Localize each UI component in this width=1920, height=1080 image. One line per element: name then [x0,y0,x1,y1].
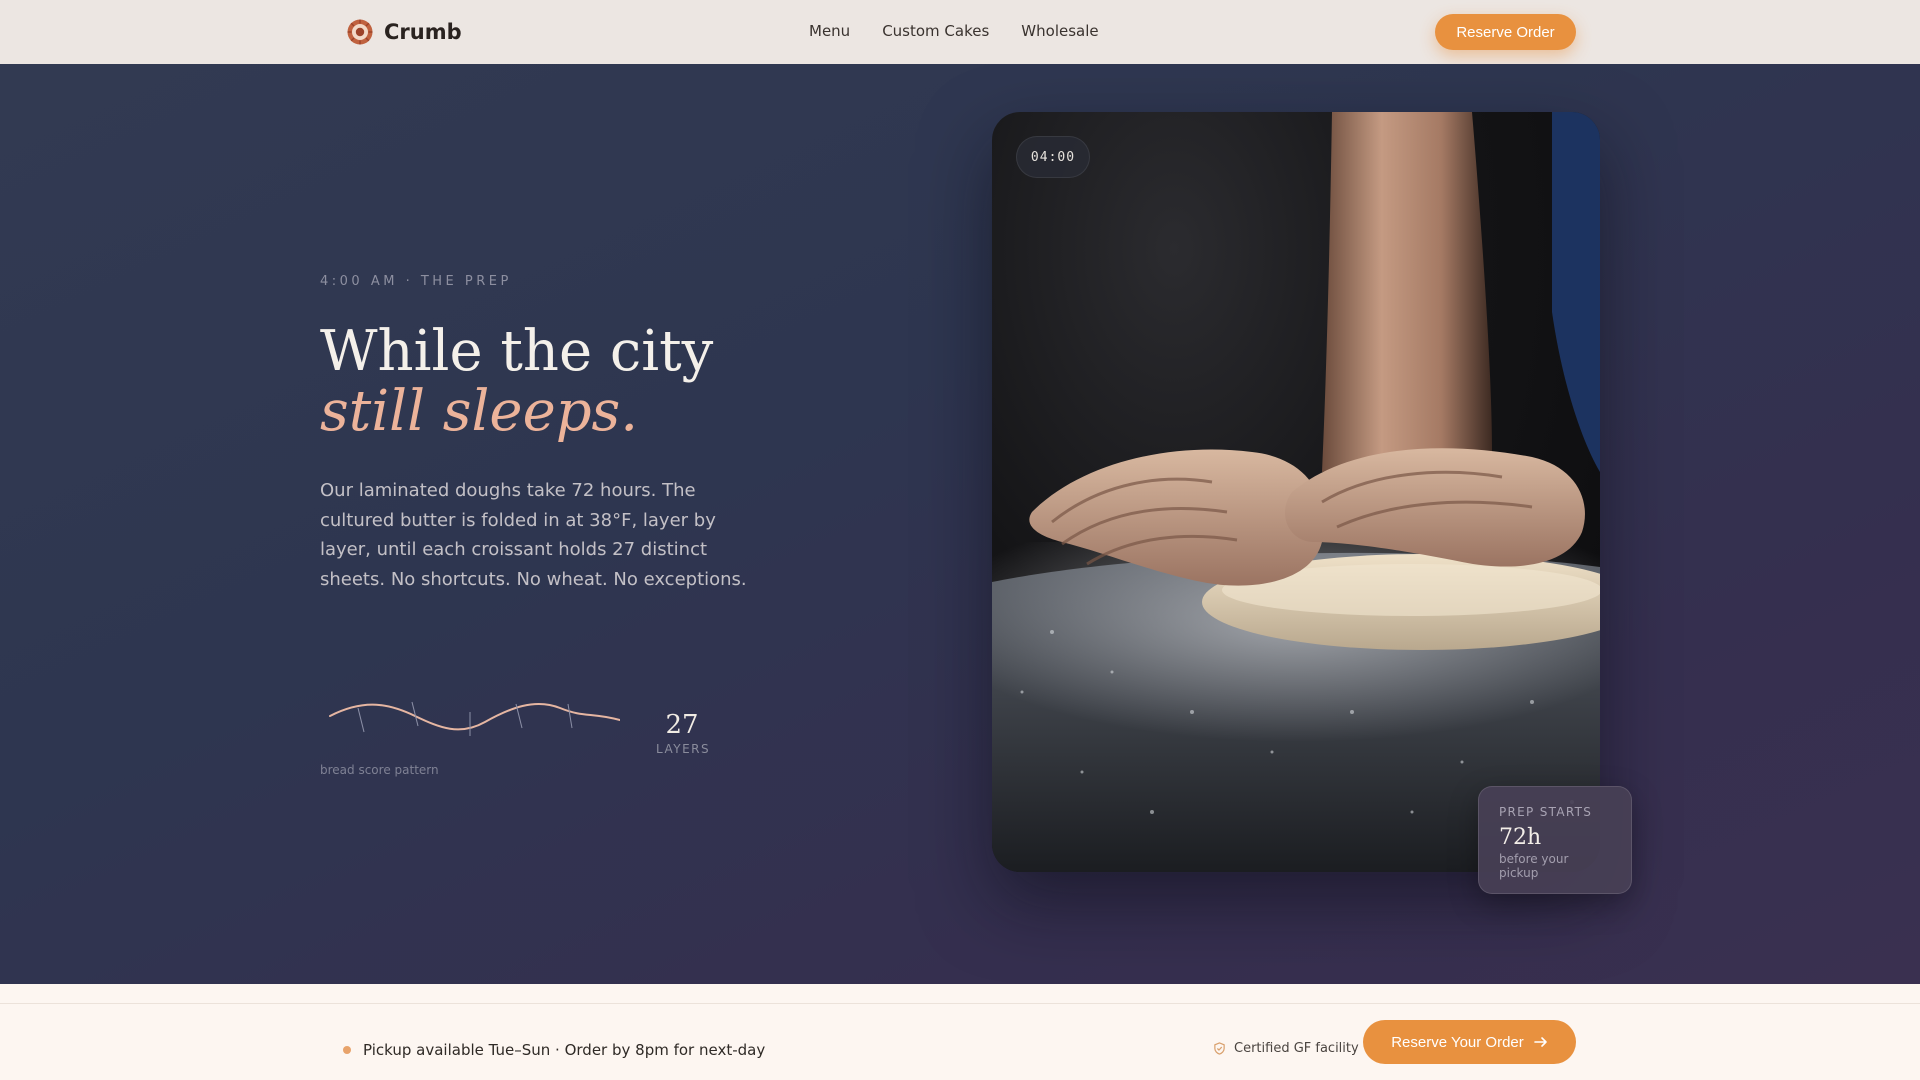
reserve-your-order-button[interactable]: Reserve Your Order [1363,1020,1576,1064]
layers-stat: 27 LAYERS [656,710,711,756]
headline-line-1: While the city [320,319,714,384]
status-dot-icon [343,1046,351,1054]
cert-text: Certified GF facility [1234,1041,1359,1056]
prep-subtext: before your pickup [1499,852,1569,880]
section-divider [0,984,1920,1004]
arrow-right-icon [1533,1037,1547,1047]
top-nav: Crumb Menu Custom Cakes Wholesale Reserv… [0,0,1920,64]
certification: Certified GF facility [1213,1041,1359,1056]
kneading-illustration [992,112,1600,872]
time-badge: 04:00 [1016,136,1090,178]
score-caption: bread score pattern [320,763,439,777]
brand-name: Crumb [384,20,462,44]
nav-link-menu[interactable]: Menu [809,22,850,40]
prep-starts-card: PREP STARTS 72h before your pickup [1478,786,1632,894]
reserve-order-button[interactable]: Reserve Order [1435,14,1576,50]
nav-links: Menu Custom Cakes Wholesale [809,22,1099,40]
pickup-text: Pickup available Tue–Sun · Order by 8pm … [363,1041,766,1059]
nav-link-custom-cakes[interactable]: Custom Cakes [882,22,989,40]
hero-headline: While the city still sleeps. [320,322,713,442]
pickup-info: Pickup available Tue–Sun · Order by 8pm … [343,1041,765,1059]
shield-check-icon [1214,1042,1225,1055]
headline-line-2: still sleeps. [320,379,639,444]
hero-eyebrow: 4:00 AM · THE PREP [320,274,512,289]
brand[interactable]: Crumb [346,18,462,46]
prep-value: 72h [1499,825,1542,850]
hero-body: Our laminated doughs take 72 hours. The … [320,480,747,590]
layers-number: 27 [665,710,699,740]
nav-link-wholesale[interactable]: Wholesale [1021,22,1098,40]
bottom-order-bar: Pickup available Tue–Sun · Order by 8pm … [0,1004,1920,1080]
prep-label: PREP STARTS [1499,805,1593,819]
baker-kneading-photo [992,112,1600,872]
layers-label: LAYERS [656,742,711,756]
bread-score-pattern [329,701,620,736]
bread-logo-icon [347,19,373,45]
reserve-your-order-label: Reserve Your Order [1391,1033,1524,1051]
hero-section: 4:00 AM · THE PREP While the city still … [0,64,1920,984]
